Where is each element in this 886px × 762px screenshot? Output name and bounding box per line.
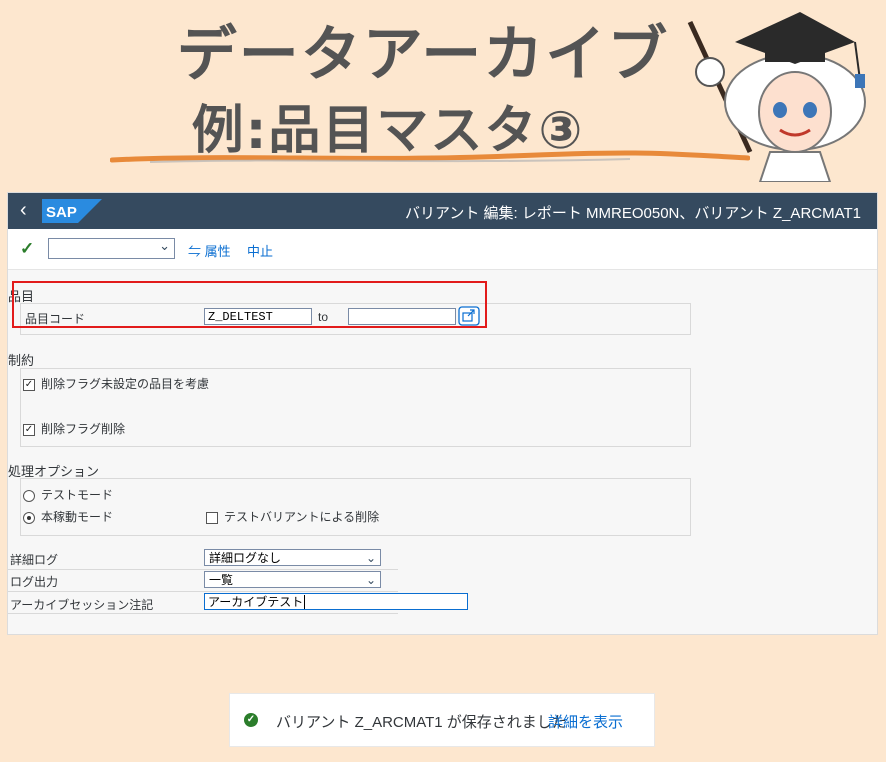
success-check-icon: ✓ [244,713,258,727]
test-mode-radio[interactable]: テストモード [23,486,113,503]
archive-note-input[interactable]: アーカイブテスト​ [204,593,468,610]
material-highlight-box [12,281,487,328]
test-variant-deletion-option[interactable]: テストバリアントによる削除 [206,508,379,525]
show-details-link[interactable]: 詳細を表示 [548,711,623,732]
log-output-value: 一覧 [209,573,234,587]
page-title: バリアント 編集: レポート MMREO050N、バリアント Z_ARCMAT1 [404,205,861,222]
chevron-down-icon: ⌄ [159,238,170,253]
detail-log-select[interactable]: 詳細ログなし ⌄ [204,549,381,566]
production-mode-label: 本稼動モード [41,510,114,524]
detail-log-label: 詳細ログ [10,553,59,567]
section-title-restrictions: 制約 [8,353,35,368]
checkbox-checked-icon[interactable]: ✓ [23,423,35,436]
professor-mascot-illustration [687,12,866,182]
chevron-down-icon: ⌄ [365,573,376,587]
log-output-select[interactable]: 一覧 ⌄ [204,571,381,588]
chevron-down-icon: ⌄ [365,551,376,565]
restriction-option-1[interactable]: ✓ 削除フラグ未設定の品目を考慮 [23,375,209,392]
sap-variant-editor: ‹ SAP バリアント 編集: レポート MMREO050N、バリアント Z_A… [7,192,878,635]
checkbox-unchecked-icon[interactable] [206,511,218,524]
text-cursor: ​ [304,595,306,609]
radio-selected-icon[interactable] [23,511,35,524]
success-toast: ✓ バリアント Z_ARCMAT1 が保存されました 詳細を表示 [229,693,655,747]
radio-unselected-icon[interactable] [23,489,35,502]
row-divider [8,569,398,570]
restrictions-group: ✓ 削除フラグ未設定の品目を考慮 ✓ 削除フラグ削除 [20,368,691,447]
row-divider [8,591,398,592]
brush-stroke-decoration [110,150,750,163]
toolbar: ✓ ⌄ ⇋ 属性 中止 [8,229,877,270]
cancel-button[interactable]: 中止 [247,241,273,260]
restriction-option-1-label: 削除フラグ未設定の品目を考慮 [41,377,210,391]
production-mode-radio[interactable]: 本稼動モード [23,508,113,525]
attributes-icon: ⇋ [188,244,202,259]
attributes-label: 属性 [204,244,231,259]
sap-logo[interactable]: SAP [42,199,102,223]
checkbox-checked-icon[interactable]: ✓ [23,378,35,391]
row-divider [8,613,398,614]
attributes-button[interactable]: ⇋ 属性 [188,241,231,260]
shell-bar: ‹ SAP バリアント 編集: レポート MMREO050N、バリアント Z_A… [8,193,877,229]
svg-text:SAP: SAP [46,204,77,221]
checkmark-icon[interactable]: ✓ [20,239,34,259]
test-variant-deletion-label: テストバリアントによる削除 [224,510,380,524]
restriction-option-2[interactable]: ✓ 削除フラグ削除 [23,420,125,437]
restriction-option-2-label: 削除フラグ削除 [41,422,126,436]
archive-note-label: アーカイブセッション注記 [10,598,154,612]
archive-note-value: アーカイブテスト [208,595,304,609]
variant-select[interactable]: ⌄ [48,238,175,259]
toast-message: バリアント Z_ARCMAT1 が保存されました [276,714,567,731]
test-mode-label: テストモード [41,488,114,502]
detail-log-value: 詳細ログなし [209,551,282,565]
back-icon[interactable]: ‹ [20,199,27,222]
log-output-label: ログ出力 [10,575,59,589]
processing-group: テストモード 本稼動モード テストバリアントによる削除 [20,478,691,536]
